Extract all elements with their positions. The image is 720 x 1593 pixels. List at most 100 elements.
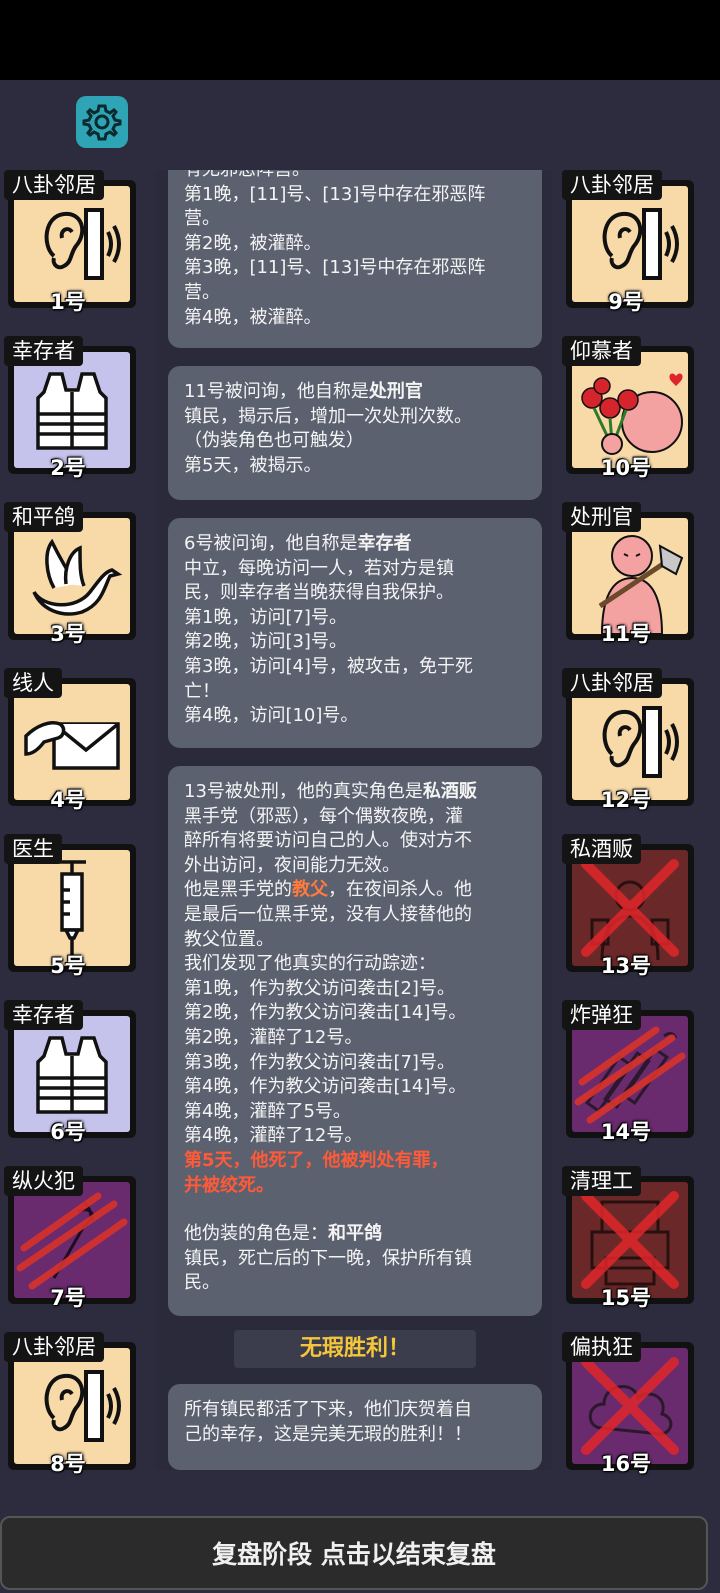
role-name: 处刑官 xyxy=(368,381,423,402)
log-line: 亡！ xyxy=(184,680,220,702)
log-line: （伪装角色也可触发） xyxy=(184,430,364,452)
player-number: 1号 xyxy=(50,290,86,314)
player-number: 15号 xyxy=(600,1286,652,1310)
player-portrait xyxy=(14,518,130,634)
role-name: 和平鸽 xyxy=(328,1223,382,1245)
player-role-label: 八卦邻居 xyxy=(562,668,662,698)
player-card-12[interactable]: 八卦邻居 12号 xyxy=(558,668,694,812)
log-line: 11号被问询，他自称是处刑官 xyxy=(184,381,423,402)
death-notice: 并被绞死。 xyxy=(184,1174,274,1196)
player-number: 10号 xyxy=(600,456,652,480)
player-portrait xyxy=(572,850,688,966)
log-line: 醉所有将要访问自己的人。使对方不 xyxy=(184,830,472,852)
log-line: 第1晚，访问[7]号。 xyxy=(184,606,347,628)
log-line: 第4晚，被灌醉。 xyxy=(184,306,322,328)
log-line: 是最后一位黑手党，没有人接替他的 xyxy=(184,903,472,925)
settings-button[interactable] xyxy=(76,96,128,148)
player-portrait xyxy=(572,352,688,468)
log-message-survivor-claim: 6号被问询，他自称是幸存者 中立，每晚访问一人，若对方是镇 民，则幸存者当晚获得… xyxy=(168,518,542,748)
log-message-gossip-neighbor: 有无邪恶阵营。 第1晚，[11]号、[13]号中存在邪恶阵 营。 第2晚，被灌醉… xyxy=(168,170,542,348)
player-portrait xyxy=(14,1348,130,1464)
player-card-11[interactable]: 处刑官 11号 xyxy=(558,502,694,646)
log-line: 所有镇民都活了下来，他们庆贺着自 xyxy=(184,1399,472,1420)
end-review-button[interactable]: 复盘阶段 点击以结束复盘 xyxy=(0,1516,708,1590)
ear-icon xyxy=(602,208,679,280)
log-line: 第1晚，[11]号、[13]号中存在邪恶阵 xyxy=(184,183,486,205)
log-line: 第2晚，访问[3]号。 xyxy=(184,631,347,653)
executioner-axe-icon xyxy=(598,535,684,634)
player-portrait xyxy=(572,518,688,634)
player-role-label: 和平鸽 xyxy=(4,502,83,532)
player-card-16[interactable]: 偏执狂 16号 xyxy=(558,1332,694,1476)
log-line: 外出访问，夜间能力无效。 xyxy=(184,854,400,876)
player-portrait xyxy=(14,186,130,302)
player-number: 7号 xyxy=(50,1286,86,1310)
player-role-label: 八卦邻居 xyxy=(4,170,104,200)
player-card-1[interactable]: 八卦邻居 1号 xyxy=(0,170,136,314)
log-line: 13号被处刑，他的真实角色是私酒贩 xyxy=(184,781,477,802)
player-number: 3号 xyxy=(50,622,86,646)
player-portrait xyxy=(572,1348,688,1464)
player-role-label: 私酒贩 xyxy=(562,834,641,864)
player-card-3[interactable]: 和平鸽 3号 xyxy=(0,502,136,646)
player-card-7[interactable]: 纵火犯 7号 xyxy=(0,1166,136,1310)
player-number: 14号 xyxy=(600,1120,652,1144)
player-card-6[interactable]: 幸存者 6号 xyxy=(0,1000,136,1144)
log-line: 第2晚，被灌醉。 xyxy=(184,232,322,254)
log-line: 镇民，死亡后的下一晚，保护所有镇 xyxy=(184,1247,472,1269)
player-card-5[interactable]: 医生 5号 xyxy=(0,834,136,978)
player-role-label: 炸弹狂 xyxy=(562,1000,641,1030)
log-line: 他是黑手党的教父，在夜间杀人。他 xyxy=(184,879,472,901)
dynamite-icon xyxy=(574,1026,686,1124)
player-role-label: 偏执狂 xyxy=(562,1332,641,1362)
player-role-label: 医生 xyxy=(4,834,62,864)
log-line: 第3晚，[11]号、[13]号中存在邪恶阵 xyxy=(184,257,486,279)
player-portrait xyxy=(572,186,688,302)
log-line: 第2晚，作为教父访问袭击[14]号。 xyxy=(184,1002,467,1024)
player-role-label: 八卦邻居 xyxy=(4,1332,104,1362)
log-line: 黑手党（邪恶），每个偶数夜晚，灌 xyxy=(184,805,463,827)
role-name: 私酒贩 xyxy=(422,781,477,802)
log-line: 营。 xyxy=(184,208,220,230)
player-role-label: 纵火犯 xyxy=(4,1166,83,1196)
dove-icon xyxy=(32,538,123,616)
cloud-icon xyxy=(581,1357,679,1455)
player-role-label: 处刑官 xyxy=(562,502,641,532)
player-card-9[interactable]: 八卦邻居 9号 xyxy=(558,170,694,314)
log-line: 6号被问询，他自称是幸存者 xyxy=(184,533,412,554)
player-number: 13号 xyxy=(600,954,652,978)
player-card-15[interactable]: 清理工 15号 xyxy=(558,1166,694,1310)
log-line: 教父位置。 xyxy=(184,928,274,950)
player-number: 9号 xyxy=(608,290,644,314)
log-message-victory-summary: 所有镇民都活了下来，他们庆贺着自 己的幸存，这是完美无瑕的胜利！！ xyxy=(168,1384,542,1470)
death-notice: 第5天，他死了，他被判处有罪， xyxy=(184,1149,449,1171)
player-number: 5号 xyxy=(50,954,86,978)
player-portrait xyxy=(14,352,130,468)
player-number: 8号 xyxy=(50,1452,86,1476)
game-log-panel[interactable]: 有无邪恶阵营。 第1晚，[11]号、[13]号中存在邪恶阵 营。 第2晚，被灌醉… xyxy=(156,170,552,1470)
player-card-13[interactable]: 私酒贩 13号 xyxy=(558,834,694,978)
player-card-8[interactable]: 八卦邻居 8号 xyxy=(0,1332,136,1476)
player-role-label: 幸存者 xyxy=(4,1000,83,1030)
player-card-4[interactable]: 线人 4号 xyxy=(0,668,136,812)
player-number: 6号 xyxy=(50,1120,86,1144)
player-card-14[interactable]: 炸弹狂 14号 xyxy=(558,1000,694,1144)
player-portrait xyxy=(572,1016,688,1132)
player-role-label: 仰慕者 xyxy=(562,336,641,366)
player-number: 16号 xyxy=(600,1452,652,1476)
player-card-10[interactable]: 仰慕者 10号 xyxy=(558,336,694,480)
log-line: 己的幸存，这是完美无瑕的胜利！！ xyxy=(184,1423,472,1445)
log-message-execution-result: 13号被处刑，他的真实角色是私酒贩 黑手党（邪恶），每个偶数夜晚，灌 醉所有将要… xyxy=(168,766,542,1316)
log-line: 第3晚，访问[4]号，被攻击，免于死 xyxy=(184,655,473,677)
player-portrait xyxy=(572,684,688,800)
player-portrait xyxy=(14,684,130,800)
log-line: 第4晚，灌醉了5号。 xyxy=(184,1100,351,1122)
syringe-icon xyxy=(58,860,86,958)
log-line: 第3晚，作为教父访问袭击[7]号。 xyxy=(184,1051,455,1073)
log-line: 营。 xyxy=(184,281,220,303)
player-card-2[interactable]: 幸存者 2号 xyxy=(0,336,136,480)
bootlegger-icon xyxy=(581,859,679,961)
log-line: 第5天，被揭示。 xyxy=(184,454,322,476)
ear-icon xyxy=(44,1370,121,1442)
log-line: 第4晚，灌醉了12号。 xyxy=(184,1125,363,1147)
